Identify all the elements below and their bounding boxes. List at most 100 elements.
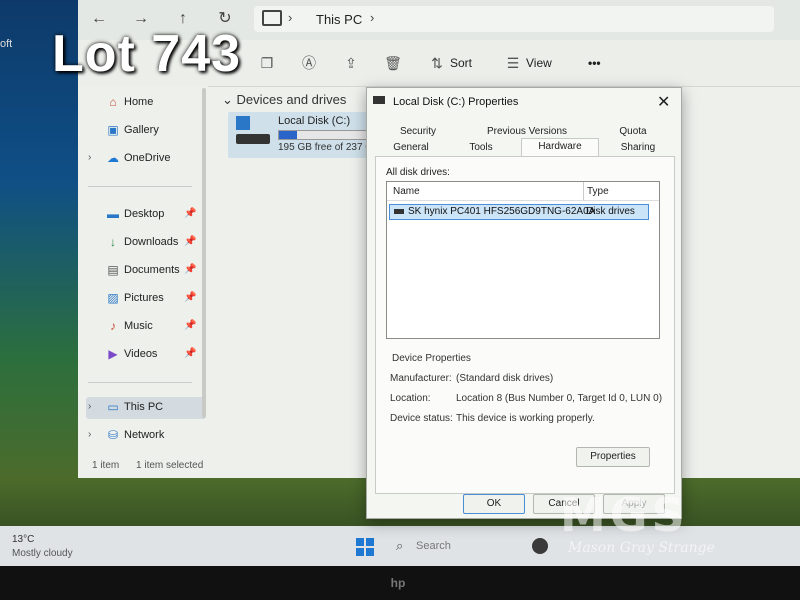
lot-label-overlay: Lot 743 (52, 25, 242, 83)
view-button[interactable]: View (526, 56, 552, 70)
desktop-partial-text: oft (0, 38, 13, 50)
selection-count: 1 item selected (136, 460, 204, 471)
windows-logo-icon (236, 116, 250, 130)
list-item[interactable]: SK hynix PC401 HFS256GD9TNG-62A0A Disk d… (389, 204, 649, 220)
sidebar-item-videos[interactable]: ▶ Videos 📌 (86, 344, 206, 366)
breadcrumb-this-pc[interactable]: This PC (316, 12, 362, 27)
properties-dialog: Local Disk (C:) Properties ✕ Security Pr… (366, 87, 682, 519)
pin-icon[interactable]: 📌 (184, 264, 196, 275)
sidebar-item-music[interactable]: ♪ Music 📌 (86, 316, 206, 338)
chevron-right-icon[interactable]: › (88, 152, 91, 163)
hp-logo-icon: hp (390, 576, 406, 590)
video-icon: ▶ (108, 347, 118, 361)
drive-free-space: 195 GB free of 237 G (278, 142, 374, 153)
view-icon[interactable]: ☰ (504, 54, 522, 72)
drive-icon (373, 96, 385, 104)
column-header-name[interactable]: Name (393, 186, 420, 197)
tab-hardware[interactable]: Hardware (521, 138, 599, 157)
weather-description[interactable]: Mostly cloudy (12, 548, 73, 559)
sidebar-item-desktop[interactable]: ▬ Desktop 📌 (86, 204, 206, 226)
delete-icon[interactable]: 🗑 (384, 54, 402, 72)
watermark-logo: MGS (560, 488, 689, 542)
weather-temperature[interactable]: 13°C (12, 534, 34, 545)
computer-icon (262, 10, 282, 26)
sidebar-divider (88, 186, 192, 187)
drive-usage-bar (278, 130, 380, 140)
paste-icon[interactable]: ❐ (258, 54, 276, 72)
address-bar[interactable]: › This PC › (254, 6, 774, 32)
chevron-right-icon[interactable]: › (88, 429, 91, 440)
pin-icon[interactable]: 📌 (184, 208, 196, 219)
sidebar-item-this-pc[interactable]: › ▭ This PC (86, 397, 206, 419)
sort-button[interactable]: Sort (450, 56, 472, 70)
share-icon[interactable]: ⇪ (342, 54, 360, 72)
drive-usage-fill (279, 131, 297, 139)
manufacturer-value: (Standard disk drives) (456, 373, 554, 384)
pin-icon[interactable]: 📌 (184, 320, 196, 331)
taskbar-app-icon[interactable] (532, 538, 548, 554)
device-properties-title: Device Properties (392, 353, 471, 364)
location-label: Location: (390, 393, 431, 404)
manufacturer-label: Manufacturer: (390, 373, 452, 384)
tab-tools[interactable]: Tools (461, 140, 501, 156)
desktop-folder-icon: ▬ (107, 207, 119, 221)
dialog-title-bar: Local Disk (C:) Properties ✕ (367, 88, 681, 116)
chevron-right-icon[interactable]: › (288, 10, 292, 25)
status-bar: 1 item 1 item selected (92, 460, 203, 471)
sidebar-item-home[interactable]: ⌂ Home (86, 92, 206, 114)
hardware-tab-panel: All disk drives: Name Type SK hynix PC40… (375, 156, 675, 494)
hard-disk-icon (236, 134, 270, 144)
sidebar-item-documents[interactable]: ▤ Documents 📌 (86, 260, 206, 282)
drive-name: Local Disk (C:) (278, 115, 351, 127)
column-divider[interactable] (583, 182, 584, 200)
windows-start-icon[interactable] (356, 538, 374, 556)
device-properties-button[interactable]: Properties (576, 447, 650, 467)
drive-tile-c[interactable]: Local Disk (C:) 195 GB free of 237 G (228, 112, 380, 158)
sidebar-item-downloads[interactable]: ↓ Downloads 📌 (86, 232, 206, 254)
tab-sharing[interactable]: Sharing (615, 140, 661, 156)
tab-security[interactable]: Security (395, 124, 441, 140)
gallery-icon: ▣ (107, 123, 119, 137)
device-status-value: This device is working properly. (456, 413, 595, 424)
navigation-pane: ⌂ Home ▣ Gallery › ☁ OneDrive ▬ Desktop … (78, 86, 208, 456)
watermark: MGS Mason Gray Strange (560, 488, 760, 558)
item-count: 1 item (92, 460, 120, 471)
tab-general[interactable]: General (389, 140, 433, 156)
all-disk-drives-label: All disk drives: (386, 167, 450, 178)
list-item-type: Disk drives (586, 206, 635, 217)
column-header-type[interactable]: Type (587, 186, 609, 197)
sidebar-item-onedrive[interactable]: › ☁ OneDrive (86, 148, 206, 170)
list-header: Name Type (387, 182, 659, 201)
section-header[interactable]: ⌄ Devices and drives (222, 92, 346, 108)
download-icon: ↓ (110, 235, 116, 249)
sidebar-item-network[interactable]: › ⛁ Network (86, 425, 206, 447)
tab-quota[interactable]: Quota (613, 124, 653, 140)
watermark-text: Mason Gray Strange (568, 540, 715, 556)
chevron-right-icon[interactable]: › (88, 401, 91, 412)
ok-button[interactable]: OK (463, 494, 525, 514)
network-icon: ⛁ (107, 428, 119, 442)
location-value: Location 8 (Bus Number 0, Target Id 0, L… (456, 393, 663, 404)
taskbar-search-box[interactable]: Search (416, 540, 451, 552)
sidebar-scrollbar[interactable] (202, 88, 206, 418)
disk-drive-icon (394, 209, 404, 214)
pin-icon[interactable]: 📌 (184, 348, 196, 359)
close-icon[interactable]: ✕ (657, 92, 670, 112)
device-status-label: Device status: (390, 413, 453, 424)
pin-icon[interactable]: 📌 (184, 292, 196, 303)
sidebar-divider (88, 382, 192, 383)
pictures-icon: ▨ (107, 291, 119, 305)
sort-icon[interactable]: ⇅ (428, 54, 446, 72)
more-options-button[interactable]: ••• (588, 56, 601, 70)
chevron-right-icon[interactable]: › (370, 10, 374, 25)
sidebar-item-pictures[interactable]: ▨ Pictures 📌 (86, 288, 206, 310)
home-icon: ⌂ (109, 95, 117, 109)
search-icon[interactable]: ⌕ (396, 538, 403, 554)
sidebar-item-gallery[interactable]: ▣ Gallery (86, 120, 206, 142)
rename-icon[interactable]: Ⓐ (300, 54, 318, 72)
chevron-down-icon[interactable]: ⌄ (222, 92, 233, 107)
disk-drives-list[interactable]: Name Type SK hynix PC401 HFS256GD9TNG-62… (386, 181, 660, 339)
dialog-title: Local Disk (C:) Properties (393, 96, 519, 108)
music-icon: ♪ (110, 319, 116, 333)
pin-icon[interactable]: 📌 (184, 236, 196, 247)
